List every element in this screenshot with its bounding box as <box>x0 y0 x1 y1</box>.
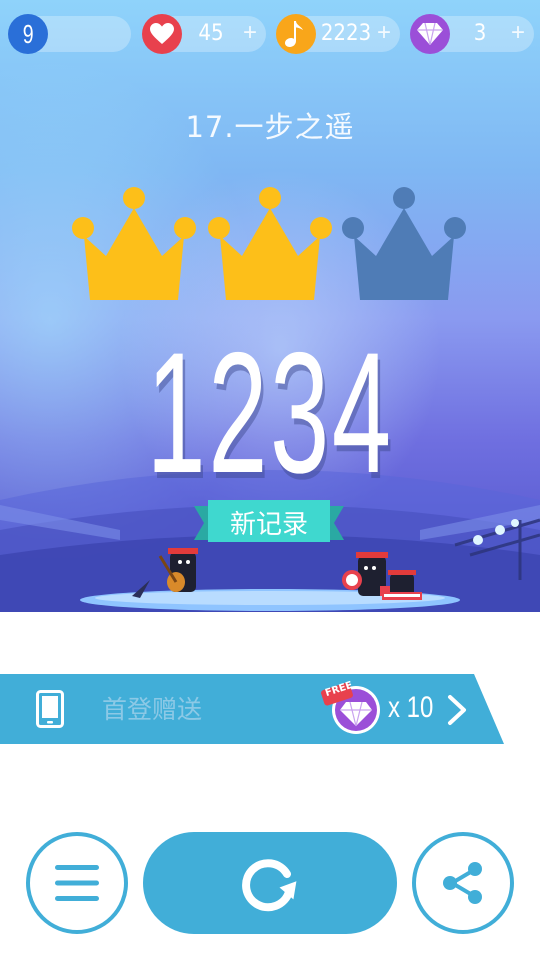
menu-button[interactable] <box>26 832 128 934</box>
new-record-label: 新记录 <box>229 510 308 540</box>
level-badge: 9 <box>8 14 48 54</box>
level-number: 9 <box>22 18 34 49</box>
share-icon <box>443 862 482 904</box>
notes-count: 2223 <box>320 21 372 46</box>
music-note-icon <box>276 14 316 54</box>
lives-add-button[interactable]: + <box>238 16 262 52</box>
crown-icon-3-empty <box>342 187 466 300</box>
replay-button[interactable] <box>143 832 397 934</box>
chevron-right-icon[interactable] <box>446 694 470 726</box>
crown-icon-2 <box>208 187 332 300</box>
notes-add-button[interactable]: + <box>372 16 396 52</box>
share-button[interactable] <box>412 832 514 934</box>
diamonds-add-button[interactable]: + <box>506 16 530 52</box>
song-title: 17.一步之遥 <box>185 110 355 144</box>
replay-icon <box>242 859 297 912</box>
first-login-gift-label: 首登赠送 <box>102 695 203 724</box>
score-value: 1234 <box>146 317 394 509</box>
lives-count: 45 <box>198 21 224 46</box>
menu-icon <box>55 865 99 901</box>
phone-icon <box>36 690 64 728</box>
diamond-icon <box>410 14 450 54</box>
gift-diamond-count: x 10 <box>388 691 434 724</box>
diamonds-count: 3 <box>473 21 487 46</box>
crown-icon-1 <box>72 187 196 300</box>
heart-icon <box>142 14 182 54</box>
